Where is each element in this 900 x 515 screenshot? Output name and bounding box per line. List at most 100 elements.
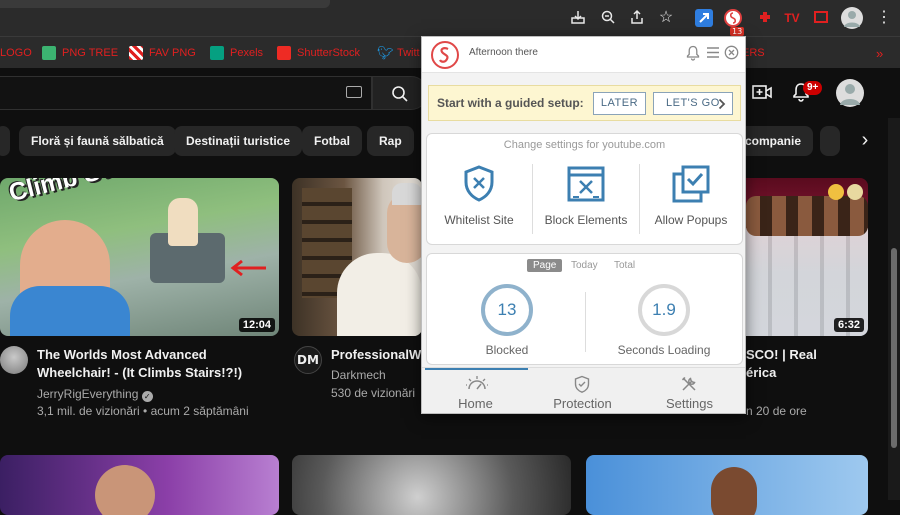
lets-go-button[interactable]: LET'S GO [653,92,733,115]
nav-settings[interactable]: Settings [636,368,743,414]
tv-extension-icon[interactable]: TV [783,9,801,27]
video-thumbnail[interactable] [292,178,422,336]
blocked-count: 13 [481,284,533,336]
chip-destinatii[interactable]: Destinații turistice [174,126,303,156]
extension-icon-red[interactable] [756,9,774,27]
action-label: Whitelist Site [444,213,514,227]
bookmark-label: PNG TREE [62,47,119,59]
channel-avatar[interactable] [0,346,28,374]
stat-tab-page[interactable]: Page [527,259,563,272]
chip-partial[interactable] [0,126,10,156]
action-label: Block Elements [544,213,628,227]
bookmark-twitter[interactable]: 🐦︎ Twitt [377,45,420,61]
bookmark-pngtree[interactable]: PNG TREE [42,45,118,61]
bookmark-logo[interactable]: LOGO [0,45,32,61]
search-input[interactable] [0,76,372,110]
whitelist-site-button[interactable]: Whitelist Site [429,164,529,227]
later-button[interactable]: LATER [593,92,646,115]
club-crest-icon [828,184,844,200]
popup-greeting: Afternoon there [469,47,538,58]
screen-extension-icon[interactable] [812,9,830,27]
blocked-label: Blocked [485,343,529,357]
page-scrollbar[interactable] [888,118,900,500]
video-title[interactable]: ProfessionalWO [331,346,423,364]
video-title-line: érica [746,365,777,380]
stat-tab-total[interactable]: Total [614,260,635,271]
nav-label: Home [458,396,493,411]
popup-navigation: Home Protection Settings [422,367,745,413]
video-thumbnail[interactable] [292,455,571,515]
nav-home[interactable]: Home [422,368,529,414]
scrollbar-thumb[interactable] [891,248,897,448]
stat-tab-today[interactable]: Today [571,260,598,271]
video-title[interactable]: SCO! | Real érica [746,346,866,382]
bookmark-label: LOGO [0,47,32,59]
bookmark-pexels[interactable]: Pexels [210,45,263,61]
bookmark-label: Twitt [397,47,420,59]
video-title[interactable]: The Worlds Most Advanced Wheelchair! - (… [37,346,277,382]
nav-label: Protection [553,396,612,411]
video-duration: 12:04 [238,318,275,332]
channel-name[interactable]: JerryRigEverything ✓ [37,385,153,403]
video-title-line: SCO! | Real [746,347,817,362]
video-thumbnail[interactable]: 6:32 [746,178,868,336]
search-icon [392,86,408,102]
club-crest-icon [847,184,863,200]
twitter-icon: 🐦︎ [377,45,394,60]
bell-icon[interactable] [686,45,700,61]
video-stats: n 20 de ore [746,404,807,418]
video-title-line: Wheelchair! - (It Climbs Stairs!?!) [37,365,243,380]
thumbnail-graphic [711,467,757,515]
browser-toolbar: ☆ 13 TV ⋮ [0,0,900,36]
action-label: Allow Popups [654,213,728,227]
adblock-popup: Afternoon there Start with a guided setu… [421,36,746,414]
verified-check-icon: ✓ [141,391,153,402]
thumbnail-graphic [746,196,868,236]
site-hint: Change settings for youtube.com [503,139,666,151]
channel-avatar[interactable]: DM [294,346,322,374]
address-bar-edge[interactable] [0,0,330,8]
search-button[interactable] [372,76,428,110]
block-elements-button[interactable]: Block Elements [536,164,636,227]
browser-menu-icon[interactable]: ⋮ [875,9,893,27]
thumbnail-graphic [95,465,155,515]
divider [532,164,533,234]
chip-rap[interactable]: Rap [367,126,414,156]
video-thumbnail[interactable]: Climb Stairs? 12:04 [0,178,279,336]
chip-partial-right[interactable] [820,126,840,156]
account-avatar[interactable] [836,79,864,107]
keyboard-icon[interactable] [346,86,362,98]
channel-name[interactable]: Darkmech [331,366,386,384]
thumbnail-graphic [10,286,130,336]
chip-fotbal[interactable]: Fotbal [302,126,362,156]
bookmark-favpng[interactable]: FAV PNG [129,45,196,61]
install-app-icon[interactable] [569,9,587,27]
extension-arrow-icon[interactable] [695,9,713,27]
thumbnail-graphic [392,183,422,205]
seconds-loading-value: 1.9 [638,284,690,336]
menu-icon[interactable] [706,46,720,59]
tools-icon [681,376,696,391]
bookmarks-overflow-icon[interactable]: » [876,45,883,61]
bookmark-label: FAV PNG [149,47,196,59]
video-thumbnail[interactable] [586,455,868,515]
nav-label: Settings [666,396,713,411]
bookmark-shutterstock[interactable]: ShutterStock [277,45,360,61]
profile-avatar-icon[interactable] [841,7,863,29]
video-thumbnail[interactable] [0,455,279,515]
nav-protection[interactable]: Protection [529,368,636,414]
close-icon[interactable] [724,45,739,60]
adblock-extension-icon[interactable] [724,9,742,27]
lets-go-label: LET'S GO [666,97,720,109]
chip-flora-fauna[interactable]: Floră și faună sălbatică [19,126,176,156]
share-icon[interactable] [628,9,646,27]
chevron-right-icon [718,98,726,110]
chips-next-icon[interactable]: › [850,126,880,156]
bookmark-label: ShutterStock [297,47,360,59]
zoom-icon[interactable] [599,9,617,27]
extension-logo-icon [431,41,459,69]
create-video-icon[interactable] [752,83,772,101]
allow-popups-button[interactable]: Allow Popups [641,164,741,227]
star-bookmark-icon[interactable]: ☆ [657,9,675,27]
favpng-icon [129,46,143,60]
